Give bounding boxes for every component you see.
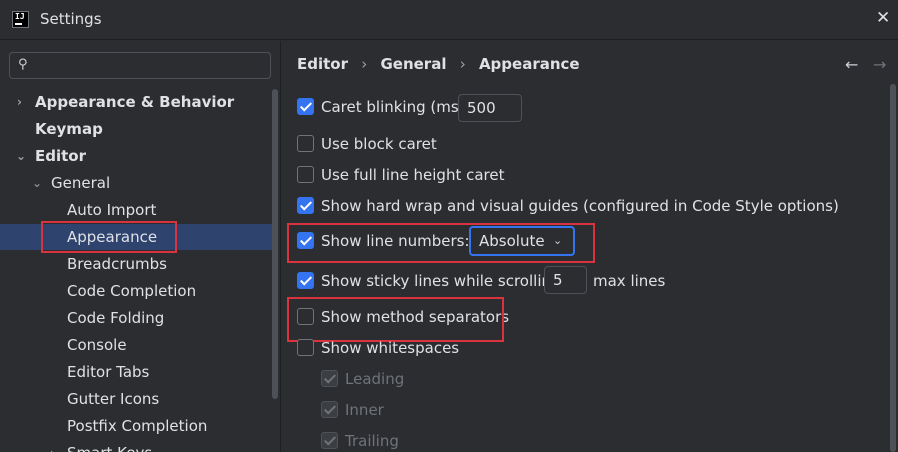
sidebar-item-label: Gutter Icons <box>67 390 160 408</box>
sidebar-item-label: Editor Tabs <box>67 363 150 381</box>
close-icon[interactable]: ✕ <box>876 8 896 30</box>
forward-arrow-icon[interactable]: → <box>873 55 886 74</box>
chevron-right-icon[interactable]: › <box>17 89 22 115</box>
sidebar-item-general[interactable]: ⌄ General <box>0 170 272 196</box>
sidebar-item-auto-import[interactable]: Auto Import <box>0 197 272 223</box>
settings-content: Editor › General › Appearance ← → Caret … <box>281 41 898 452</box>
sidebar-item-postfix-completion[interactable]: Postfix Completion <box>0 413 272 439</box>
intellij-app-icon: IJ <box>12 11 29 28</box>
sidebar-item-editor-tabs[interactable]: Editor Tabs <box>0 359 272 385</box>
sidebar-item-code-folding[interactable]: Code Folding <box>0 305 272 331</box>
sidebar-item-gutter-icons[interactable]: Gutter Icons <box>0 386 272 412</box>
highlight-box-line-numbers <box>287 223 595 263</box>
option-label: Show hard wrap and visual guides (config… <box>321 197 839 215</box>
chevron-down-icon[interactable]: ⌄ <box>32 170 42 196</box>
sticky-lines-input[interactable]: 5 <box>544 266 587 294</box>
block-caret-checkbox[interactable] <box>297 135 314 152</box>
sidebar-item-label: Code Completion <box>67 282 197 300</box>
caret-blinking-input[interactable]: 500 <box>458 94 522 122</box>
sidebar-item-label: Console <box>67 336 127 354</box>
option-label: Show sticky lines while scrolling: <box>321 272 566 290</box>
breadcrumb: Editor › General › Appearance <box>297 55 580 73</box>
sidebar-item-label: Appearance & Behavior <box>35 93 235 111</box>
settings-search[interactable]: ⚲ <box>9 52 271 79</box>
trailing-checkbox <box>321 432 338 449</box>
sidebar-item-label: Postfix Completion <box>67 417 208 435</box>
highlight-box-appearance <box>41 221 177 253</box>
breadcrumb-item-general[interactable]: General <box>380 55 446 73</box>
window-title: Settings <box>40 10 102 28</box>
caret-blinking-checkbox[interactable] <box>297 98 314 115</box>
whitespaces-checkbox[interactable] <box>297 339 314 356</box>
sticky-lines-checkbox[interactable] <box>297 272 314 289</box>
chevron-right-icon[interactable]: › <box>50 440 55 452</box>
sidebar-item-console[interactable]: Console <box>0 332 272 358</box>
option-label: Show whitespaces <box>321 339 460 357</box>
option-label: Use full line height caret <box>321 166 505 184</box>
sidebar-item-breadcrumbs[interactable]: Breadcrumbs <box>0 251 272 277</box>
content-scrollbar[interactable] <box>890 84 896 452</box>
sidebar-item-editor[interactable]: ⌄ Editor <box>0 143 272 169</box>
sidebar-item-smart-keys[interactable]: › Smart Keys <box>0 440 272 452</box>
full-line-height-checkbox[interactable] <box>297 166 314 183</box>
sidebar-item-appearance-behavior[interactable]: › Appearance & Behavior <box>0 89 272 115</box>
sidebar-item-label: Auto Import <box>67 201 157 219</box>
leading-checkbox <box>321 370 338 387</box>
breadcrumb-separator: › <box>459 55 466 73</box>
sidebar-item-label: Smart Keys <box>67 440 152 452</box>
settings-sidebar: ⚲ › Appearance & Behavior Keymap ⌄ Edito… <box>0 41 280 452</box>
inner-checkbox <box>321 401 338 418</box>
breadcrumb-separator: › <box>361 55 368 73</box>
sidebar-item-label: Code Folding <box>67 309 165 327</box>
sidebar-item-code-completion[interactable]: Code Completion <box>0 278 272 304</box>
search-input[interactable] <box>40 56 260 75</box>
breadcrumb-item-appearance: Appearance <box>478 55 580 73</box>
search-icon: ⚲ <box>18 57 28 72</box>
chevron-down-icon[interactable]: ⌄ <box>16 143 26 169</box>
option-label: Trailing <box>345 432 399 450</box>
option-label: Caret blinking (ms): <box>321 98 470 116</box>
sidebar-item-label: Keymap <box>35 120 103 138</box>
title-bar: IJ Settings ✕ <box>0 0 898 40</box>
breadcrumb-item-editor[interactable]: Editor <box>297 55 348 73</box>
option-label: Use block caret <box>321 135 437 153</box>
sidebar-scrollbar[interactable] <box>272 89 278 399</box>
sticky-lines-suffix: max lines <box>593 272 666 290</box>
sidebar-item-keymap[interactable]: Keymap <box>0 116 272 142</box>
sidebar-item-label: General <box>51 174 111 192</box>
hard-wrap-checkbox[interactable] <box>297 197 314 214</box>
option-label: Inner <box>345 401 384 419</box>
option-label: Leading <box>345 370 405 388</box>
sidebar-item-label: Breadcrumbs <box>67 255 167 273</box>
back-arrow-icon[interactable]: ← <box>845 55 858 74</box>
sidebar-item-label: Editor <box>35 147 86 165</box>
